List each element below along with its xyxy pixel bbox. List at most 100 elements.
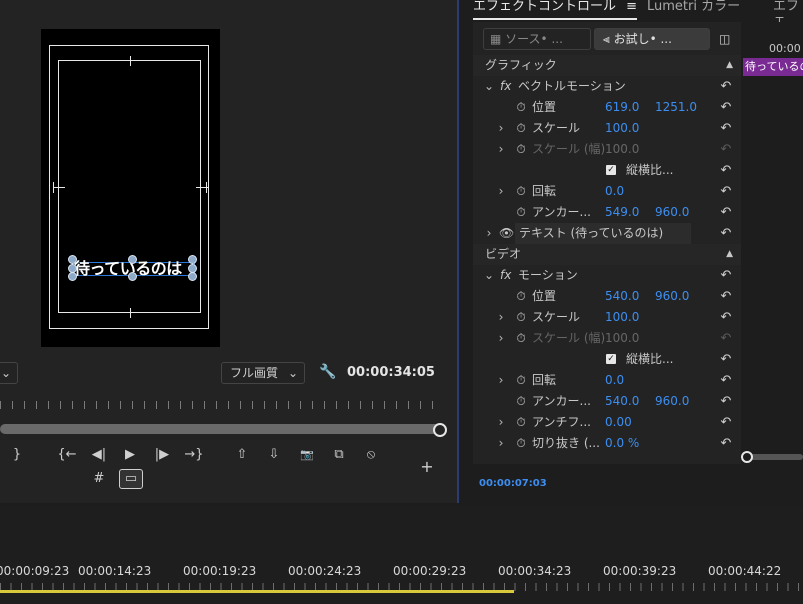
effect-controls-timeline[interactable]: 00:00 待っているの: [741, 22, 803, 464]
property-row[interactable]: ⏱ 位置 619.0 1251.0 ↶: [473, 97, 741, 118]
value[interactable]: 0.0 %: [605, 433, 639, 454]
reset-icon[interactable]: ↶: [717, 223, 735, 244]
reset-icon[interactable]: ↶: [717, 160, 735, 181]
wrench-icon[interactable]: 🔧: [319, 364, 336, 382]
collapse-up-icon[interactable]: ▲: [726, 244, 733, 265]
reset-icon[interactable]: ↶: [717, 265, 735, 286]
value[interactable]: 100.0: [605, 307, 639, 328]
transform-handle[interactable]: [68, 255, 77, 264]
property-row[interactable]: ⏱ アンカー... 549.0 960.0 ↶: [473, 202, 741, 223]
clip-bar[interactable]: 待っているの: [743, 58, 803, 76]
property-row[interactable]: › ⏱ スケール 100.0 ↶: [473, 307, 741, 328]
mark-out-button[interactable]: }: [6, 446, 28, 464]
reset-icon[interactable]: ↶: [717, 370, 735, 391]
export-frame-button[interactable]: 📷: [296, 446, 318, 464]
grid-icon[interactable]: #: [88, 470, 110, 488]
sequence-timeline[interactable]: 00:00:09:23 00:00:14:23 00:00:19:23 00:0…: [0, 506, 803, 604]
reset-icon[interactable]: ↶: [717, 118, 735, 139]
stopwatch-icon[interactable]: ⏱: [514, 118, 528, 139]
transform-handle[interactable]: [128, 255, 137, 264]
monitor-zoom-scrollbar[interactable]: [0, 424, 440, 434]
reset-icon[interactable]: ↶: [717, 286, 735, 307]
button-editor-add[interactable]: +: [416, 458, 438, 476]
reset-icon[interactable]: ↶: [717, 181, 735, 202]
video-frame[interactable]: 待っているのは: [41, 29, 220, 347]
checkbox-checked[interactable]: ✓: [606, 165, 616, 175]
reset-icon[interactable]: ↶: [717, 97, 735, 118]
stopwatch-icon[interactable]: ⏱: [514, 370, 528, 391]
tab-effects[interactable]: エフェ: [773, 0, 803, 28]
value-x[interactable]: 619.0: [605, 97, 639, 118]
play-button[interactable]: ▶: [119, 446, 141, 464]
chevron-right-icon[interactable]: ›: [495, 118, 507, 139]
checkbox-checked[interactable]: ✓: [606, 354, 616, 364]
go-to-in-button[interactable]: {←: [56, 446, 78, 464]
work-area-bar[interactable]: [0, 590, 514, 593]
value-x[interactable]: 540.0: [605, 391, 639, 412]
property-row[interactable]: › ⏱ アンチフ... 0.00 ↶: [473, 412, 741, 433]
playback-quality-dropdown[interactable]: フル画質 ⌄: [221, 362, 305, 384]
tab-effect-controls[interactable]: エフェクトコントロール ≡: [473, 0, 638, 20]
source-clip-selector[interactable]: ▦ ソース• ...: [483, 28, 591, 50]
reset-icon[interactable]: ↶: [717, 202, 735, 223]
chevron-right-icon[interactable]: ›: [495, 307, 507, 328]
stopwatch-icon[interactable]: ⏱: [514, 391, 528, 412]
chevron-down-icon[interactable]: ⌄: [483, 265, 495, 286]
panel-menu-icon[interactable]: ≡: [626, 0, 637, 14]
effect-vector-motion[interactable]: ⌄ fx ベクトルモーション ↶: [473, 76, 741, 97]
value-y[interactable]: 1251.0: [655, 97, 697, 118]
collapse-up-icon[interactable]: ▲: [726, 55, 733, 76]
stopwatch-icon[interactable]: ⏱: [514, 412, 528, 433]
playhead-timecode[interactable]: 00:00:34:05: [347, 365, 435, 380]
tab-lumetri-color[interactable]: Lumetri カラー: [647, 0, 740, 18]
property-row[interactable]: ⏱ 位置 540.0 960.0 ↶: [473, 286, 741, 307]
step-back-button[interactable]: ◀|: [88, 446, 110, 464]
transform-handle[interactable]: [188, 272, 197, 281]
stopwatch-icon[interactable]: ⏱: [514, 97, 528, 118]
zoom-dropdown[interactable]: ⌄: [0, 362, 18, 384]
chevron-right-icon[interactable]: ›: [483, 223, 495, 244]
proxy-toggle-button[interactable]: ⦸: [360, 446, 382, 464]
chevron-right-icon[interactable]: ›: [495, 181, 507, 202]
property-row[interactable]: › ⏱ 回転 0.0 ↶: [473, 181, 741, 202]
chevron-right-icon[interactable]: ›: [495, 412, 507, 433]
chevron-right-icon[interactable]: ›: [495, 433, 507, 454]
effect-controls-timecode-label[interactable]: 00:00:07:03: [479, 478, 547, 489]
value-x[interactable]: 540.0: [605, 286, 639, 307]
reset-icon[interactable]: ↶: [717, 349, 735, 370]
reset-icon[interactable]: ↶: [717, 433, 735, 454]
reset-icon[interactable]: ↶: [717, 412, 735, 433]
reset-icon[interactable]: ↶: [717, 76, 735, 97]
toggle-timeline-view-icon[interactable]: ◫: [719, 32, 730, 46]
property-row[interactable]: ✓ 縦横比... ↶: [473, 349, 741, 370]
property-row[interactable]: ✓ 縦横比... ↶: [473, 160, 741, 181]
chevron-down-icon[interactable]: ⌄: [483, 76, 495, 97]
scrollbar-handle[interactable]: [433, 423, 447, 437]
property-row[interactable]: › ⏱ スケール 100.0 ↶: [473, 118, 741, 139]
extract-button[interactable]: ⇩: [263, 446, 285, 464]
reset-icon[interactable]: ↶: [717, 307, 735, 328]
value-y[interactable]: 960.0: [655, 286, 689, 307]
value-x[interactable]: 549.0: [605, 202, 639, 223]
transform-handle[interactable]: [188, 255, 197, 264]
property-row[interactable]: › ⏱ 切り抜き (... 0.0 % ↶: [473, 433, 741, 454]
stopwatch-icon[interactable]: ⏱: [514, 202, 528, 223]
text-layer-row[interactable]: › 👁 テキスト (待っているのは) ↶: [473, 223, 741, 244]
value[interactable]: 0.00: [605, 412, 632, 433]
safe-margins-button[interactable]: ▭: [119, 469, 143, 489]
fx-icon[interactable]: fx: [500, 76, 511, 97]
chevron-right-icon[interactable]: ›: [495, 370, 507, 391]
eye-icon[interactable]: 👁: [499, 223, 514, 244]
value[interactable]: 100.0: [605, 118, 639, 139]
lift-button[interactable]: ⇧: [231, 446, 253, 464]
stopwatch-icon[interactable]: ⏱: [514, 286, 528, 307]
reset-icon[interactable]: ↶: [717, 391, 735, 412]
value[interactable]: 0.0: [605, 370, 624, 391]
transform-handle[interactable]: [68, 272, 77, 281]
effect-motion[interactable]: ⌄ fx モーション ↶: [473, 265, 741, 286]
stopwatch-icon[interactable]: ⏱: [514, 433, 528, 454]
value-y[interactable]: 960.0: [655, 391, 689, 412]
monitor-time-ruler[interactable]: [0, 401, 440, 409]
comparison-view-button[interactable]: ⧉: [328, 446, 350, 464]
value[interactable]: 0.0: [605, 181, 624, 202]
